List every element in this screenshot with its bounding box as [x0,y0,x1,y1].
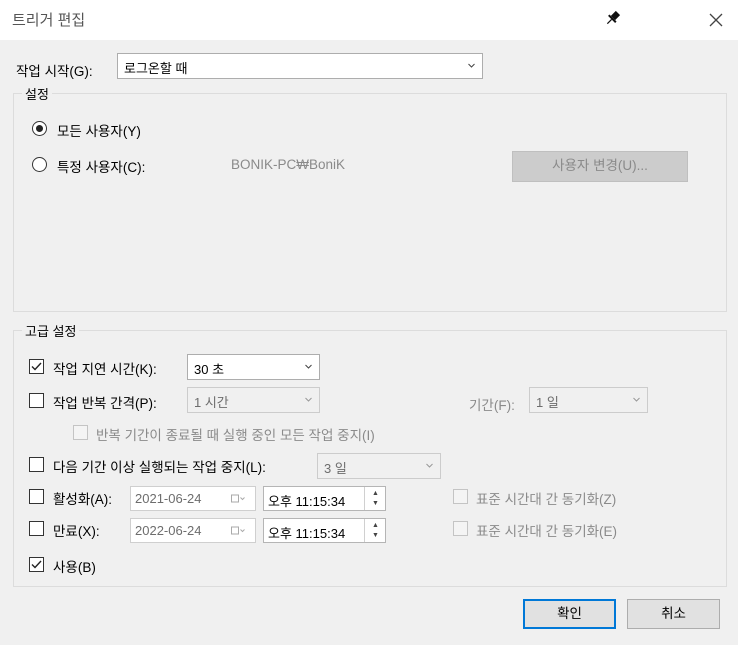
activate-checkbox[interactable] [29,489,44,504]
activate-time-picker[interactable]: 오후 11:15:34 ▲ ▼ [263,486,386,511]
activate-sync-label[interactable]: 표준 시간대 간 동기화(Z) [476,488,616,508]
chevron-down-icon [305,397,312,402]
repeat-interval-dropdown[interactable]: 1 시간 [187,387,320,413]
time-spinner[interactable]: ▲ ▼ [364,519,385,542]
begin-task-label: 작업 시작(G): [16,64,93,79]
chevron-down-icon [305,364,312,369]
duration-label: 기간(F): [469,398,515,413]
expire-sync-checkbox[interactable] [453,521,468,536]
ok-button[interactable]: 확인 [523,599,616,629]
chevron-down-icon [633,397,640,402]
calendar-dropdown-icon [231,526,245,535]
advanced-legend: 고급 설정 [22,321,80,340]
stop-long-task-label[interactable]: 다음 기간 이상 실행되는 작업 중지(L): [53,456,266,476]
activate-label[interactable]: 활성화(A): [53,488,112,508]
any-user-label[interactable]: 모든 사용자(Y) [57,120,141,140]
settings-legend: 설정 [22,84,52,103]
pin-icon[interactable] [603,8,623,28]
time-spinner[interactable]: ▲ ▼ [364,487,385,510]
specific-user-label[interactable]: 특정 사용자(C): [57,156,145,176]
activate-time-value: 오후 11:15:34 [268,494,346,509]
begin-task-dropdown[interactable]: 로그온할 때 [117,53,483,79]
specific-user-radio[interactable] [32,157,47,172]
stop-at-duration-end-checkbox[interactable] [73,425,88,440]
any-user-radio[interactable] [32,121,47,136]
checkmark-icon [31,560,42,569]
enabled-checkbox[interactable] [29,557,44,572]
begin-task-value: 로그온할 때 [124,61,188,76]
change-user-button[interactable]: 사용자 변경(U)... [512,151,688,182]
duration-dropdown[interactable]: 1 일 [529,387,648,413]
duration-value: 1 일 [536,395,559,410]
activate-sync-checkbox[interactable] [453,489,468,504]
close-icon[interactable] [706,10,726,30]
user-name-text: BONIK-PC₩BoniK [231,157,346,172]
delay-checkbox[interactable] [29,359,44,374]
chevron-down-icon [426,463,433,468]
expire-sync-label[interactable]: 표준 시간대 간 동기화(E) [476,520,617,540]
calendar-dropdown-icon [231,494,245,503]
stop-long-task-checkbox[interactable] [29,457,44,472]
window-title: 트리거 편집 [12,12,86,29]
enabled-label[interactable]: 사용(B) [53,556,96,576]
radio-selected-dot [36,125,43,132]
expire-time-picker[interactable]: 오후 11:15:34 ▲ ▼ [263,518,386,543]
expire-date-value: 2022-06-24 [135,523,202,538]
title-bar [0,0,738,40]
expire-time-value: 오후 11:15:34 [268,526,346,541]
chevron-down-icon [468,63,475,68]
stop-long-task-value: 3 일 [324,461,347,476]
expire-date-picker[interactable]: 2022-06-24 [130,518,256,543]
delay-value: 30 초 [194,362,225,377]
checkmark-icon [31,362,42,371]
repeat-label[interactable]: 작업 반복 간격(P): [53,392,157,412]
expire-checkbox[interactable] [29,521,44,536]
repeat-interval-value: 1 시간 [194,395,229,410]
expire-label[interactable]: 만료(X): [53,520,100,540]
activate-date-picker[interactable]: 2021-06-24 [130,486,256,511]
stop-at-duration-end-label[interactable]: 반복 기간이 종료될 때 실행 중인 모든 작업 중지(I) [96,424,375,444]
delay-label[interactable]: 작업 지연 시간(K): [53,358,157,378]
cancel-button[interactable]: 취소 [627,599,720,629]
delay-dropdown[interactable]: 30 초 [187,354,320,380]
stop-long-task-dropdown[interactable]: 3 일 [317,453,441,479]
activate-date-value: 2021-06-24 [135,491,202,506]
repeat-checkbox[interactable] [29,393,44,408]
